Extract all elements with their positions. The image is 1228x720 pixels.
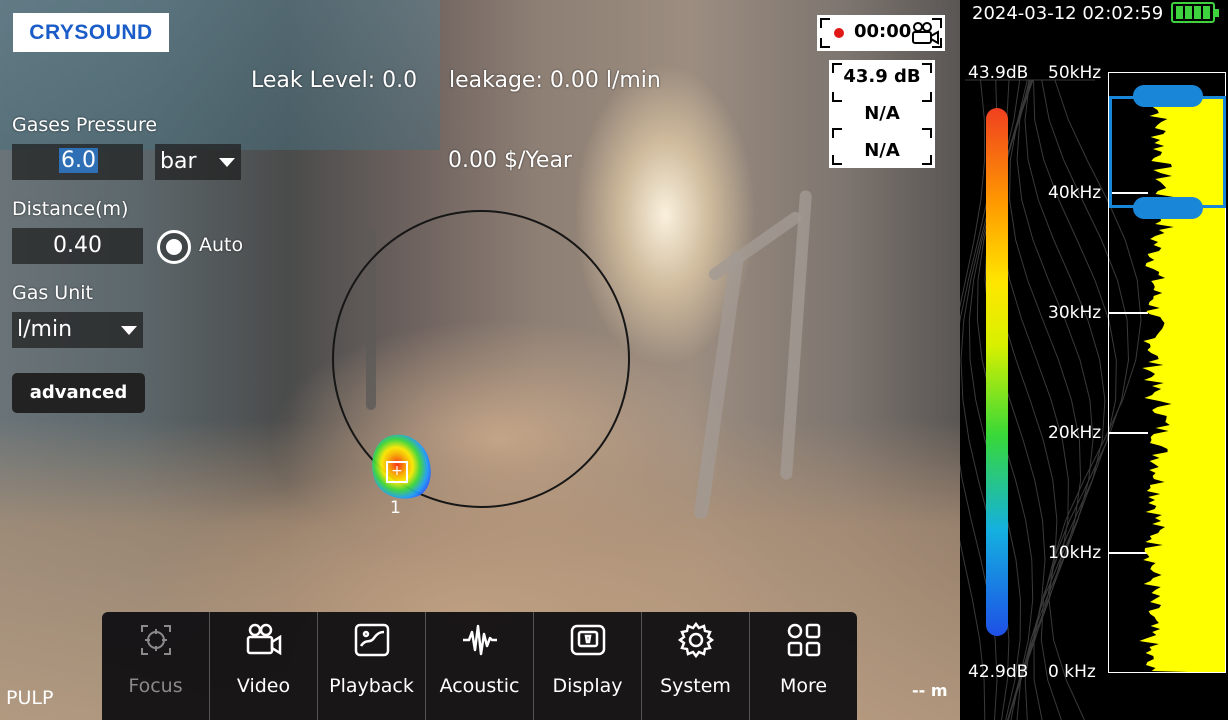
recording-timer: 00:00 <box>817 15 945 51</box>
gear-icon <box>677 621 714 659</box>
datetime: 2024-03-12 02:02:59 <box>972 3 1164 24</box>
auto-label: Auto <box>199 234 244 256</box>
db-tertiary-value: N/A <box>864 140 900 161</box>
leakage-readout: leakage: 0.00 l/min <box>449 68 661 93</box>
mode-label: PULP <box>6 687 54 709</box>
toolbar-acoustic-label: Acoustic <box>439 675 520 697</box>
freq-label-30khz: 30kHz <box>1048 303 1102 323</box>
pressure-input-value: 6.0 <box>59 148 98 173</box>
battery-cell <box>1194 6 1201 19</box>
distance-readout: -- m <box>912 681 948 700</box>
frame-corner <box>922 92 932 102</box>
pressure-input[interactable]: 6.0 <box>12 144 143 180</box>
pressure-unit-select[interactable]: bar <box>155 144 241 180</box>
frequency-selection-box[interactable] <box>1109 96 1226 208</box>
leak-index-label: 1 <box>390 498 401 518</box>
toolbar-focus-button[interactable]: Focus <box>102 612 210 720</box>
toolbar-playback-button[interactable]: Playback <box>318 612 426 720</box>
toolbar-playback-label: Playback <box>329 675 414 697</box>
gas-unit-value: l/min <box>17 317 73 342</box>
distance-input[interactable]: 0.40 <box>12 228 143 264</box>
toolbar-system-label: System <box>660 675 731 697</box>
auto-radio-button[interactable] <box>157 230 191 264</box>
battery-cell <box>1176 6 1183 19</box>
leak-level-readout: Leak Level: 0.0 <box>251 68 418 93</box>
cost-readout: 0.00 $/Year <box>448 148 572 173</box>
chevron-down-icon <box>121 326 137 335</box>
freq-label-50khz: 50kHz <box>1048 63 1102 83</box>
toolbar-video-label: Video <box>236 675 291 697</box>
video-camera-icon <box>246 623 281 656</box>
toolbar-display-label: Display <box>552 675 623 697</box>
chevron-down-icon <box>219 158 235 167</box>
freq-label-0khz: 0 kHz <box>1048 662 1096 682</box>
waveform-icon <box>462 624 497 656</box>
battery-cell <box>1203 6 1210 19</box>
playback-image-icon <box>354 623 389 657</box>
frame-corner <box>820 18 830 28</box>
frequency-upper-handle[interactable] <box>1133 85 1203 107</box>
toolbar-focus-label: Focus <box>128 675 183 697</box>
bottom-toolbar: Focus Video Playback Acoustic Display Sy… <box>102 612 857 720</box>
frame-corner <box>832 92 842 102</box>
freq-label-10khz: 10kHz <box>1048 543 1102 563</box>
display-icon <box>570 624 605 656</box>
pressure-unit-value: bar <box>160 149 197 174</box>
db-value: 43.9 dB <box>843 66 921 87</box>
recording-time: 00:00 <box>854 21 912 42</box>
frame-corner <box>820 38 830 48</box>
grid-more-icon <box>787 623 820 657</box>
frame-corner <box>832 128 842 138</box>
waterfall-line <box>960 79 986 720</box>
gas-unit-select[interactable]: l/min <box>12 312 143 348</box>
spectrum-panel: 2024-03-12 02:02:59 43.9dB 42.9dB 50kHz … <box>960 0 1228 720</box>
frame-corner <box>922 128 932 138</box>
waterfall-line <box>1016 79 1094 720</box>
toolbar-video-button[interactable]: Video <box>210 612 318 720</box>
toolbar-display-button[interactable]: Display <box>534 612 642 720</box>
gases-pressure-label: Gases Pressure <box>12 114 158 136</box>
toolbar-system-button[interactable]: System <box>642 612 750 720</box>
waterfall-line <box>1000 79 1069 720</box>
battery-icon <box>1171 2 1219 23</box>
toolbar-acoustic-button[interactable]: Acoustic <box>426 612 534 720</box>
brand-logo: CRYSOUND <box>13 13 169 52</box>
frequency-lower-handle[interactable] <box>1133 197 1203 219</box>
record-dot-icon <box>834 28 844 38</box>
db-secondary-value: N/A <box>864 103 900 124</box>
crosshair-plus-icon[interactable]: + <box>386 461 408 483</box>
toolbar-more-button[interactable]: More <box>750 612 857 720</box>
db-readout-box: 43.9 dB N/A N/A <box>829 60 935 168</box>
distance-label: Distance(m) <box>12 198 129 220</box>
freq-label-40khz: 40kHz <box>1048 183 1102 203</box>
color-scale-bar <box>986 108 1008 636</box>
advanced-button[interactable]: advanced <box>12 373 145 413</box>
freq-label-20khz: 20kHz <box>1048 423 1102 443</box>
battery-cell <box>1185 6 1192 19</box>
gas-unit-label: Gas Unit <box>12 282 93 304</box>
focus-target-icon <box>140 625 171 655</box>
scene-pipe <box>706 209 804 283</box>
waterfall-line <box>1032 79 1117 720</box>
db-scale-min: 42.9dB <box>968 662 1029 682</box>
toolbar-more-label: More <box>779 675 828 697</box>
db-scale-max: 43.9dB <box>968 63 1029 83</box>
video-camera-icon <box>912 22 939 45</box>
